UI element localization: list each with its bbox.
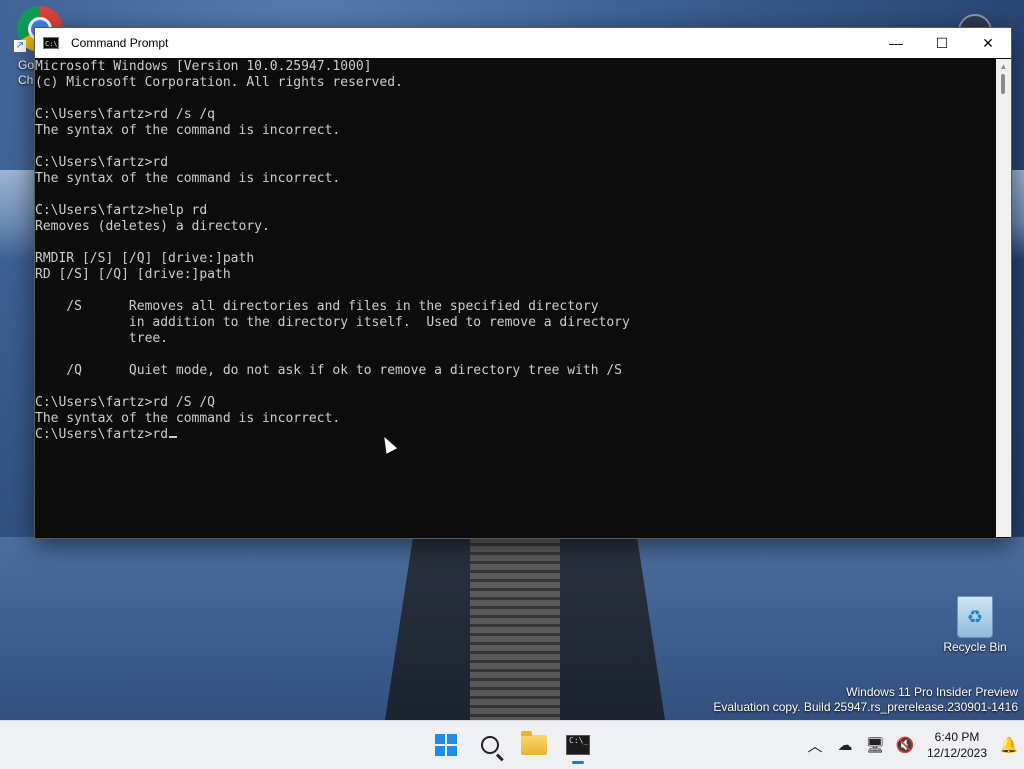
desktop-icon-label: Go Ch xyxy=(18,58,34,88)
command-prompt-window[interactable]: C:\_ Command Prompt — ☐ ✕ Microsoft Wind… xyxy=(34,27,1012,539)
clock-time: 6:40 PM xyxy=(934,730,980,744)
console-text: Microsoft Windows [Version 10.0.25947.10… xyxy=(35,59,630,426)
command-prompt-button[interactable]: C:\_ xyxy=(556,725,600,765)
taskbar-pinned-apps: C:\_ xyxy=(424,721,600,769)
chrome-label-line2: Ch xyxy=(18,73,34,87)
clock-date: 12/12/2023 xyxy=(926,746,988,760)
active-indicator xyxy=(572,761,584,764)
wallpaper-pier-planks xyxy=(470,537,560,720)
windows-watermark: Windows 11 Pro Insider Preview Evaluatio… xyxy=(713,685,1018,715)
window-titlebar[interactable]: C:\_ Command Prompt — ☐ ✕ xyxy=(35,28,1011,58)
close-button[interactable]: ✕ xyxy=(965,28,1011,58)
windows-logo-icon xyxy=(435,734,457,756)
system-tray: ︿ ☁ 🖥 🔇 6:40 PM 12/12/2023 🔔 xyxy=(800,721,1024,769)
watermark-line1: Windows 11 Pro Insider Preview xyxy=(846,685,1018,699)
search-icon xyxy=(481,736,499,754)
chrome-label-line1: Go xyxy=(18,58,35,72)
text-cursor xyxy=(169,436,178,438)
clock[interactable]: 6:40 PM 12/12/2023 xyxy=(922,729,992,761)
shortcut-arrow-icon: ↗ xyxy=(14,40,26,52)
console-prompt: C:\Users\fartz>rd xyxy=(35,427,169,442)
console-input-line[interactable]: C:\Users\fartz>rd xyxy=(35,427,995,443)
recycle-bin-icon: ♻ xyxy=(957,596,993,638)
recycle-bin-label: Recycle Bin xyxy=(943,640,1007,654)
desktop-icon-recycle-bin[interactable]: ♻ Recycle Bin xyxy=(940,596,1010,654)
terminal-icon: C:\_ xyxy=(566,735,590,755)
cloud-offline-icon[interactable]: ☁ xyxy=(830,736,860,754)
network-icon[interactable]: 🖥 xyxy=(860,736,890,754)
watermark-line2: Evaluation copy. Build 25947.rs_prerelea… xyxy=(713,700,1018,714)
console-output[interactable]: Microsoft Windows [Version 10.0.25947.10… xyxy=(35,59,995,537)
scroll-up-icon[interactable]: ▲ xyxy=(996,59,1011,74)
notifications-bell-icon[interactable]: 🔔 xyxy=(994,736,1024,754)
vertical-scrollbar[interactable]: ▲ xyxy=(996,59,1011,537)
cmd-app-icon[interactable]: C:\_ xyxy=(43,37,62,49)
volume-muted-icon[interactable]: 🔇 xyxy=(890,736,920,754)
folder-icon xyxy=(521,731,547,755)
maximize-button[interactable]: ☐ xyxy=(919,28,965,58)
search-button[interactable] xyxy=(468,725,512,765)
show-hidden-icons-chevron-icon[interactable]: ︿ xyxy=(800,735,830,756)
taskbar: C:\_ ︿ ☁ 🖥 🔇 6:40 PM 12/12/2023 🔔 xyxy=(0,720,1024,769)
minimize-button[interactable]: — xyxy=(873,28,919,58)
start-button[interactable] xyxy=(424,725,468,765)
window-title: Command Prompt xyxy=(71,36,169,50)
scrollbar-thumb[interactable] xyxy=(1001,74,1005,94)
file-explorer-button[interactable] xyxy=(512,725,556,765)
